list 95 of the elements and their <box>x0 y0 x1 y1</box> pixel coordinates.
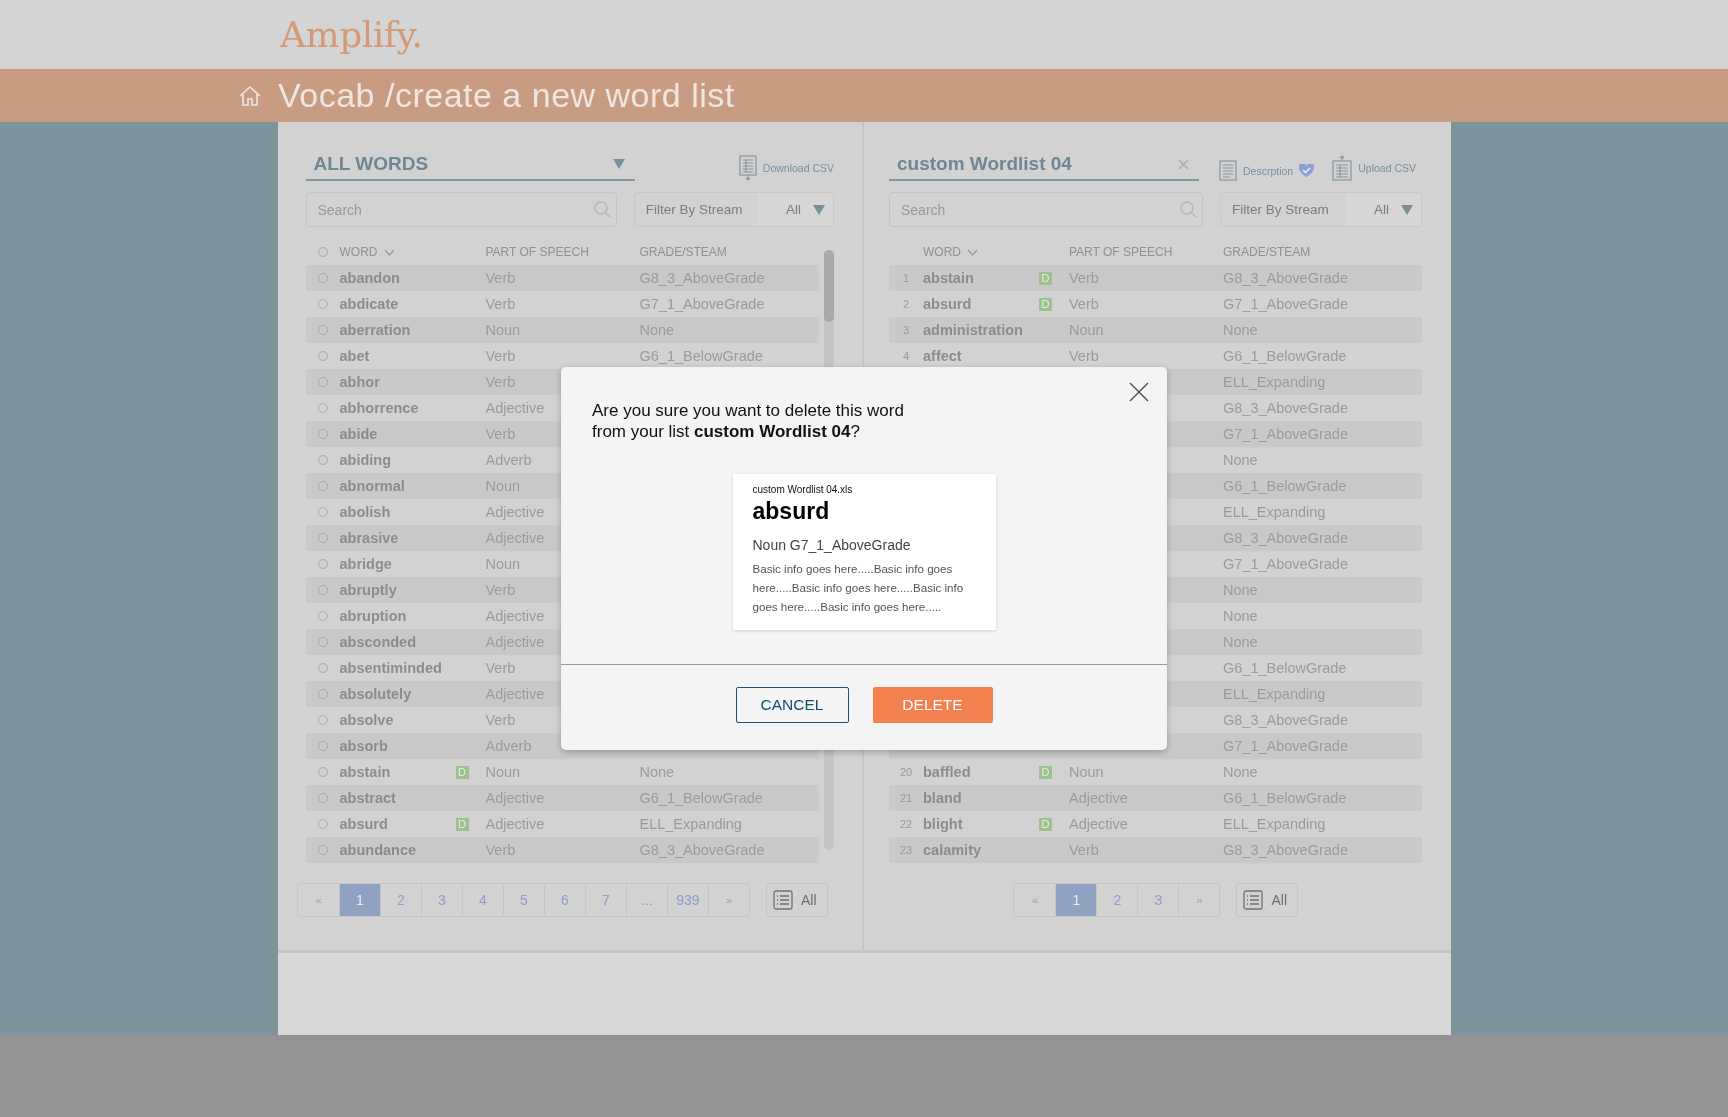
page-button[interactable]: 2 <box>379 884 421 916</box>
page-title: Vocab /create a new word list <box>278 76 735 115</box>
column-header[interactable]: WORD <box>923 245 1069 259</box>
word-cell-text: abridge <box>339 556 393 572</box>
definition-badge: D <box>455 817 469 831</box>
show-all-button[interactable]: All <box>765 883 828 917</box>
word-cell-text: abnormal <box>339 478 406 494</box>
page-button[interactable]: 2 <box>1096 884 1138 916</box>
word-cell-text: abolish <box>339 504 392 520</box>
home-icon[interactable] <box>238 83 262 108</box>
word-cell-text: blight <box>923 816 964 832</box>
definition-badge: D <box>1039 271 1052 285</box>
definition-badge: D <box>455 765 469 779</box>
sort-chevron-icon <box>383 248 395 256</box>
spreadsheet-upload-icon <box>1332 155 1353 181</box>
search-icon <box>1180 201 1197 218</box>
word-cell-text: absorb <box>339 738 389 754</box>
page-button[interactable]: » <box>707 884 749 916</box>
word-cell-text: abstain <box>923 270 975 286</box>
word-cell-text: abstain <box>339 764 392 780</box>
list-select[interactable]: ALL WORDS <box>305 149 635 181</box>
word-cell-text: abhorrence <box>339 400 420 416</box>
page-button[interactable]: 1 <box>1055 884 1097 916</box>
column-header[interactable]: WORD <box>339 245 486 259</box>
word-cell-text: abet <box>339 348 371 364</box>
list-icon <box>1243 890 1264 910</box>
spreadsheet-download-icon <box>738 155 757 181</box>
sort-chevron-icon <box>967 248 978 256</box>
word-cell-text: baffled <box>923 764 972 780</box>
file-name: custom Wordlist 04.xls <box>752 484 854 495</box>
definition-badge: D <box>1039 765 1052 779</box>
upload-link[interactable]: Upload CSV <box>1332 155 1416 181</box>
show-all-button[interactable]: All <box>1236 883 1299 917</box>
word-cell-text: absurd <box>923 296 973 312</box>
document-icon <box>1219 160 1237 181</box>
word-cell-text: abide <box>339 426 379 442</box>
word-cell-text: abruptly <box>339 582 398 598</box>
page-button[interactable]: 939 <box>666 884 708 916</box>
download-link[interactable]: Download CSV <box>738 155 834 181</box>
page-button[interactable]: 3 <box>1137 884 1179 916</box>
definition-badge: D <box>1039 817 1052 831</box>
search-field[interactable]: Search <box>889 192 1203 227</box>
word-cell-text: abstract <box>339 790 397 806</box>
list-select[interactable]: custom Wordlist 04 <box>889 149 1199 181</box>
word-cell-text: abhor <box>339 374 381 390</box>
page-button[interactable]: » <box>1178 884 1220 916</box>
word-cell-text: abdicate <box>339 296 400 312</box>
card-word: absurd <box>752 498 831 525</box>
word-cell-text: abruption <box>339 608 408 624</box>
page-button[interactable]: 5 <box>502 884 544 916</box>
list-icon <box>772 890 793 910</box>
word-meta: Noun G7_1_AboveGrade <box>752 537 912 553</box>
search-icon <box>593 201 611 218</box>
word-cell-text: calamity <box>923 842 983 858</box>
close-icon[interactable] <box>1178 158 1189 170</box>
column-header: GRADE/STEAM <box>1223 245 1312 259</box>
delete-button[interactable]: DELETE <box>872 686 993 723</box>
page-button[interactable]: 1 <box>338 884 380 916</box>
page-button[interactable]: 6 <box>543 884 585 916</box>
row-number: 4 <box>902 350 910 362</box>
stream-filter[interactable]: Filter By Stream All <box>633 192 834 227</box>
column-header: PART OF SPEECH <box>485 245 590 259</box>
search-field[interactable]: Search <box>305 192 617 227</box>
column-header: PART OF SPEECH <box>1069 245 1174 259</box>
word-cell-text: absurd <box>339 816 389 832</box>
word-cell-text: administration <box>923 322 1024 338</box>
column-header: GRADE/STEAM <box>639 245 728 259</box>
word-cell-text: absolve <box>339 712 395 728</box>
page-button[interactable]: ... <box>625 884 667 916</box>
word-cell-text: bland <box>923 790 963 806</box>
word-cell-text: affect <box>923 348 963 364</box>
page-button[interactable]: « <box>297 884 339 916</box>
word-cell-text: absconded <box>339 634 418 650</box>
dropdown-caret-icon <box>813 204 825 215</box>
stream-filter[interactable]: Filter By Stream All <box>1220 192 1422 227</box>
dropdown-caret-icon <box>612 159 625 169</box>
word-cell-text: abrasive <box>339 530 400 546</box>
word-cell-text: abandon <box>339 270 401 286</box>
dropdown-caret-icon <box>1401 204 1413 215</box>
word-cell-text: aberration <box>339 322 412 338</box>
page-button[interactable]: 4 <box>461 884 503 916</box>
page-button[interactable]: « <box>1014 884 1056 916</box>
definition-badge: D <box>1039 297 1052 311</box>
word-info: Basic info goes here.....Basic info goes here.....Basic info goes here.....Basic info goes here.....Basic info goes here..... <box>752 561 965 615</box>
check-badge-icon <box>1299 164 1315 177</box>
cancel-button[interactable]: CANCEL <box>735 686 849 723</box>
page-button[interactable]: 3 <box>420 884 462 916</box>
word-cell-text: abiding <box>339 452 393 468</box>
description-link[interactable]: Descrption <box>1219 160 1315 181</box>
page-button[interactable]: 7 <box>584 884 626 916</box>
word-cell-text: absolutely <box>339 686 413 702</box>
word-cell-text: abundance <box>339 842 418 858</box>
confirm-message: Are you sure you want to delete this word from your list custom Wordlist 04? <box>592 400 905 442</box>
word-cell-text: absentiminded <box>339 660 443 676</box>
logo[interactable]: Amplify. <box>280 14 423 55</box>
